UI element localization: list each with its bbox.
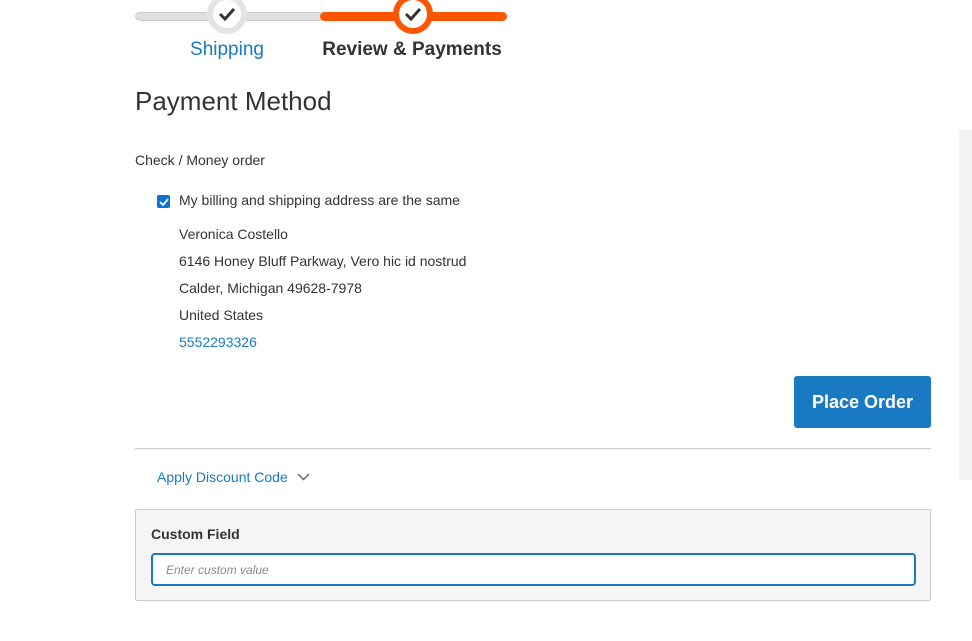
page-title: Payment Method: [135, 86, 332, 116]
same-address-checkbox[interactable]: [157, 195, 170, 208]
page-scrollbar[interactable]: [959, 130, 972, 480]
checkout-progress-bar: Shipping Review & Payments: [135, 0, 507, 70]
billing-country: United States: [179, 307, 264, 323]
same-address-label[interactable]: My billing and shipping address are the …: [179, 192, 460, 208]
custom-field-panel: Custom Field: [135, 509, 931, 601]
step-shipping-link[interactable]: Shipping: [190, 39, 264, 61]
step-review-label: Review & Payments: [322, 39, 502, 60]
apply-discount-label[interactable]: Apply Discount Code: [157, 469, 288, 485]
section-divider: [135, 448, 931, 449]
checkmark-icon: [218, 7, 236, 21]
custom-field-label: Custom Field: [151, 526, 240, 542]
apply-discount-toggle[interactable]: Apply Discount Code: [157, 469, 310, 485]
step-review-marker: [393, 0, 433, 34]
billing-city: Calder, Michigan 49628-7978: [179, 280, 362, 296]
billing-name: Veronica Costello: [179, 226, 288, 242]
billing-phone-link[interactable]: 5552293326: [179, 334, 257, 350]
checkmark-icon: [404, 7, 422, 21]
place-order-button[interactable]: Place Order: [794, 376, 931, 428]
payment-method-label: Check / Money order: [135, 152, 265, 168]
billing-street: 6146 Honey Bluff Parkway, Vero hic id no…: [179, 253, 467, 269]
checkmark-icon: [158, 197, 169, 206]
custom-field-input[interactable]: [151, 553, 916, 586]
chevron-down-icon[interactable]: [297, 473, 310, 481]
step-shipping-marker: [207, 0, 247, 34]
